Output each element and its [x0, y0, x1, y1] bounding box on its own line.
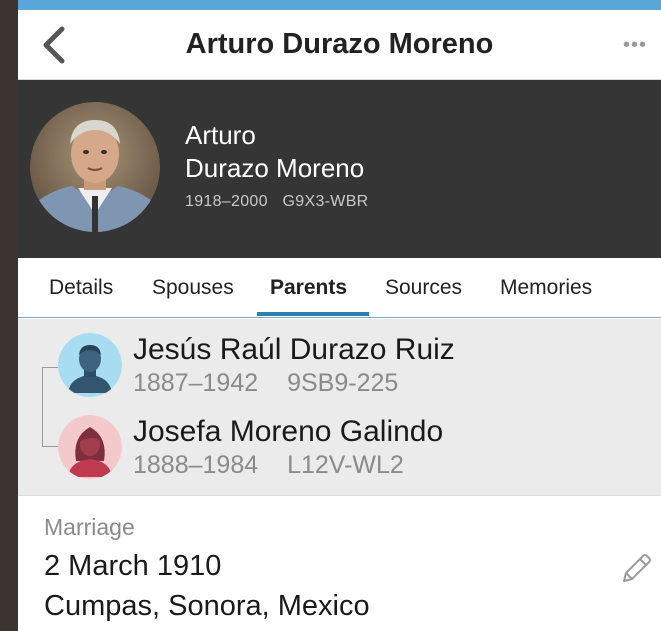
- parent-2-name[interactable]: Josefa Moreno Galindo: [133, 415, 443, 449]
- person-first-name: Arturo: [185, 120, 256, 150]
- tab-bar: Details Spouses Parents Sources Memories: [18, 258, 661, 318]
- person-id: G9X3-WBR: [282, 193, 369, 210]
- active-tab-indicator: [257, 312, 369, 316]
- marriage-place: Cumpas, Sonora, Mexico: [44, 590, 370, 622]
- tab-details[interactable]: Details: [49, 276, 113, 300]
- navigation-bar: Arturo Durazo Moreno •••: [18, 10, 661, 80]
- parent-2-id: L12V-WL2: [287, 451, 404, 479]
- pencil-icon[interactable]: [618, 551, 654, 587]
- marriage-label: Marriage: [44, 514, 135, 540]
- marriage-section: Marriage 2 March 1910 Cumpas, Sonora, Me…: [18, 496, 661, 631]
- person-last-name: Durazo Moreno: [185, 153, 365, 183]
- parents-section: Jesús Raúl Durazo Ruiz 1887–1942 9SB9-22…: [18, 319, 661, 496]
- tab-spouses[interactable]: Spouses: [152, 276, 234, 300]
- tab-parents[interactable]: Parents: [270, 276, 347, 300]
- parent-2-lifespan: 1888–1984: [133, 451, 259, 479]
- parent-1-name[interactable]: Jesús Raúl Durazo Ruiz: [133, 333, 455, 367]
- person-meta: 1918–2000 G9X3-WBR: [185, 193, 379, 211]
- ellipsis-icon[interactable]: •••: [623, 34, 647, 57]
- marriage-date: 2 March 1910: [44, 550, 222, 582]
- person-lifespan: 1918–2000: [185, 193, 268, 210]
- parent-1-id: 9SB9-225: [287, 369, 399, 397]
- tab-sources[interactable]: Sources: [385, 276, 462, 300]
- person-header: Arturo Durazo Moreno 1918–2000 G9X3-WBR: [18, 80, 661, 258]
- parent-2-meta: 1888–1984 L12V-WL2: [133, 451, 426, 480]
- top-accent-bar: [18, 0, 661, 10]
- parent-1-meta: 1887–1942 9SB9-225: [133, 369, 420, 398]
- male-avatar-icon[interactable]: [58, 333, 122, 397]
- tab-memories[interactable]: Memories: [500, 276, 592, 300]
- female-avatar-icon[interactable]: [58, 415, 122, 479]
- family-connector-line: [42, 367, 58, 447]
- parent-1-lifespan: 1887–1942: [133, 369, 259, 397]
- page-title: Arturo Durazo Moreno: [185, 28, 494, 60]
- person-photo[interactable]: [30, 102, 160, 232]
- app-screen: Arturo Durazo Moreno ••• Arturo Durazo M…: [18, 0, 661, 631]
